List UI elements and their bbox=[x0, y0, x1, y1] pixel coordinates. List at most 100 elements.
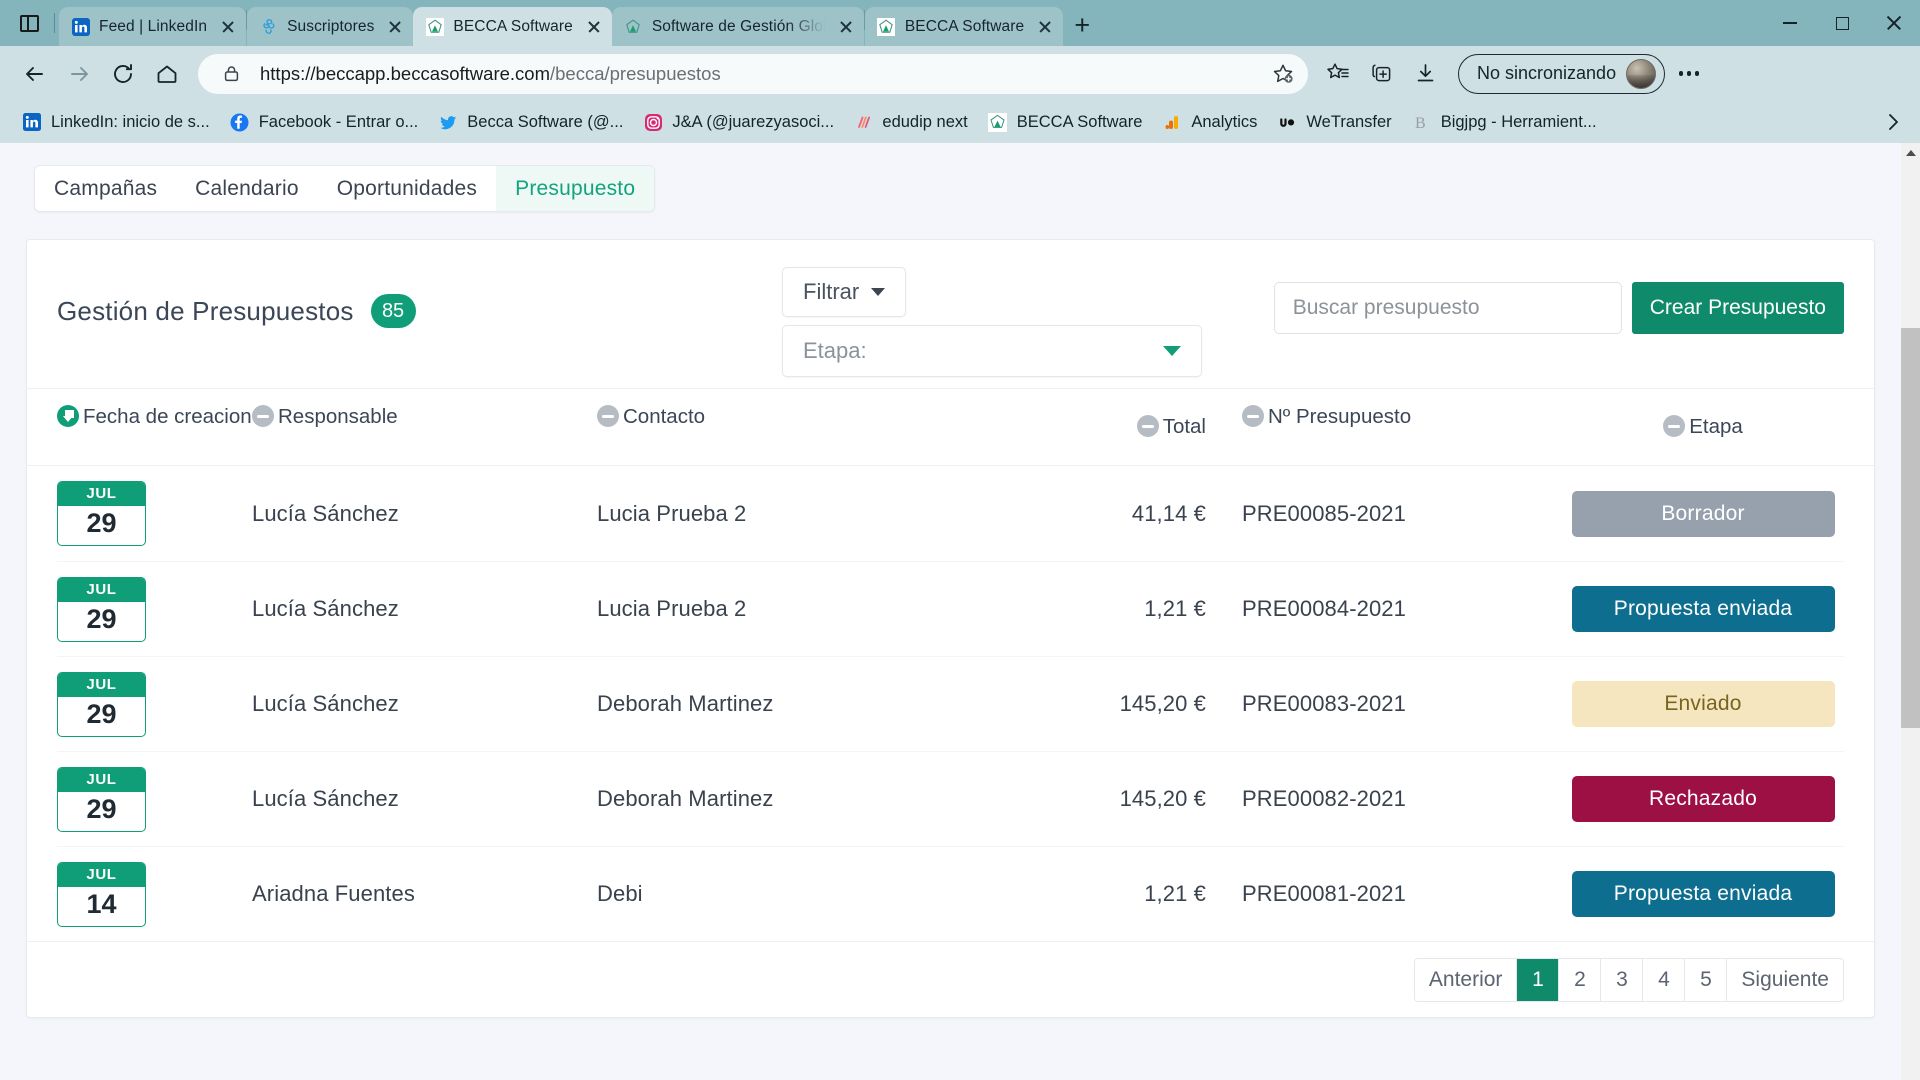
bookmark-wetransfer[interactable]: WeTransfer bbox=[1267, 107, 1401, 137]
cell-etapa: Propuesta enviada bbox=[1562, 586, 1844, 632]
table-row[interactable]: JUL 14 Ariadna Fuentes Debi 1,21 € PRE00… bbox=[57, 846, 1844, 941]
nav-tab-calendario[interactable]: Calendario bbox=[176, 166, 318, 211]
avatar bbox=[1626, 58, 1657, 89]
tab-close-button[interactable] bbox=[216, 15, 240, 39]
bookmark-bigjpg[interactable]: B Bigjpg - Herramient... bbox=[1402, 107, 1607, 137]
browser-tab-1[interactable]: Suscriptores bbox=[247, 7, 414, 46]
window-controls bbox=[1764, 0, 1920, 46]
cell-contacto: Debi bbox=[597, 881, 643, 906]
column-label: Etapa bbox=[1689, 415, 1743, 438]
bookmark-label: LinkedIn: inicio de s... bbox=[51, 112, 210, 131]
column-header-numero[interactable]: Nº Presupuesto bbox=[1242, 389, 1562, 465]
bookmark-label: WeTransfer bbox=[1306, 112, 1392, 131]
browser-tab-3[interactable]: Software de Gestión Glob bbox=[611, 7, 864, 46]
create-budget-button[interactable]: Crear Presupuesto bbox=[1631, 282, 1844, 334]
collections-icon bbox=[1371, 64, 1390, 82]
pagination-page-4[interactable]: 4 bbox=[1643, 958, 1686, 1001]
reload-button[interactable] bbox=[102, 53, 144, 95]
table-row[interactable]: JUL 29 Lucía Sánchez Lucia Prueba 2 41,1… bbox=[57, 466, 1844, 561]
date-month: JUL bbox=[58, 577, 145, 602]
bookmark-linkedin[interactable]: LinkedIn: inicio de s... bbox=[12, 107, 220, 137]
date-day: 29 bbox=[86, 793, 117, 824]
pagination-page-5[interactable]: 5 bbox=[1685, 958, 1728, 1001]
tab-close-button[interactable] bbox=[834, 15, 858, 39]
nav-tab-label: Presupuesto bbox=[515, 176, 636, 200]
pagination-page-3[interactable]: 3 bbox=[1601, 958, 1644, 1001]
cell-numero: PRE00085-2021 bbox=[1242, 500, 1406, 526]
pagination-previous[interactable]: Anterior bbox=[1415, 958, 1518, 1001]
column-header-responsable[interactable]: Responsable bbox=[252, 389, 597, 465]
tab-strip: Feed | LinkedIn Suscriptores BECCA Softw… bbox=[0, 0, 1920, 46]
scrollbar-thumb[interactable] bbox=[1901, 328, 1920, 728]
scroll-up-arrow[interactable] bbox=[1901, 143, 1920, 162]
presupuestos-card: Gestión de Presupuestos 85 Filtrar Etapa… bbox=[26, 239, 1875, 1018]
minimize-button[interactable] bbox=[1764, 0, 1816, 46]
sort-none-icon bbox=[252, 405, 274, 427]
becca-favicon bbox=[877, 17, 896, 36]
add-favorite-star-icon[interactable] bbox=[1266, 57, 1300, 91]
back-button[interactable] bbox=[14, 53, 56, 95]
column-header-total[interactable]: Total bbox=[1047, 389, 1242, 465]
pagination-page-1[interactable]: 1 bbox=[1517, 958, 1560, 1001]
new-tab-button[interactable] bbox=[1063, 6, 1101, 44]
nav-tab-presupuesto[interactable]: Presupuesto bbox=[496, 166, 655, 211]
page-title-group: Gestión de Presupuestos 85 bbox=[57, 270, 416, 328]
browser-tab-2[interactable]: BECCA Software bbox=[413, 7, 612, 46]
bookmark-label: Facebook - Entrar o... bbox=[258, 112, 419, 131]
bookmarks-overflow-button[interactable] bbox=[1876, 105, 1910, 139]
bookmark-twitter[interactable]: Becca Software (@... bbox=[428, 107, 633, 137]
tab-search-icon bbox=[19, 14, 39, 32]
column-header-fecha[interactable]: Fecha de creacion bbox=[57, 389, 252, 465]
column-header-etapa[interactable]: Etapa bbox=[1562, 389, 1844, 465]
tab-close-button[interactable] bbox=[582, 15, 606, 39]
pagination-page-2[interactable]: 2 bbox=[1559, 958, 1602, 1001]
status-badge[interactable]: Rechazado bbox=[1571, 776, 1835, 822]
table-row[interactable]: JUL 29 Lucía Sánchez Lucia Prueba 2 1,21… bbox=[57, 561, 1844, 656]
date-badge: JUL 29 bbox=[57, 671, 146, 737]
collections-button[interactable] bbox=[1360, 53, 1402, 95]
home-button[interactable] bbox=[146, 53, 188, 95]
column-header-contacto[interactable]: Contacto bbox=[597, 389, 1047, 465]
tab-title: BECCA Software bbox=[904, 17, 1025, 35]
tab-actions-button[interactable] bbox=[6, 0, 52, 46]
browser-tab-4[interactable]: BECCA Software bbox=[864, 7, 1064, 46]
date-month: JUL bbox=[58, 482, 145, 506]
address-bar[interactable]: https://beccapp.beccasoftware.com/becca/… bbox=[198, 53, 1308, 94]
cell-fecha: JUL 14 bbox=[57, 861, 252, 927]
more-options-button[interactable] bbox=[1667, 53, 1711, 95]
tab-close-button[interactable] bbox=[1033, 15, 1057, 39]
search-input[interactable] bbox=[1273, 282, 1622, 334]
favorites-list-button[interactable] bbox=[1316, 53, 1358, 95]
status-badge[interactable]: Propuesta enviada bbox=[1571, 586, 1835, 632]
nav-tab-campanas[interactable]: Campañas bbox=[35, 166, 176, 211]
status-badge[interactable]: Propuesta enviada bbox=[1571, 871, 1835, 917]
nav-tab-label: Campañas bbox=[54, 176, 158, 200]
stage-select[interactable]: Etapa: bbox=[782, 325, 1202, 377]
tab-title: BECCA Software bbox=[453, 17, 573, 35]
record-count-badge: 85 bbox=[370, 294, 416, 328]
bookmark-facebook[interactable]: Facebook - Entrar o... bbox=[220, 107, 429, 137]
bookmark-analytics[interactable]: Analytics bbox=[1152, 107, 1267, 137]
bookmark-instagram[interactable]: J&A (@juarezyasoci... bbox=[633, 107, 843, 137]
forward-button[interactable] bbox=[58, 53, 100, 95]
maximize-button[interactable] bbox=[1816, 0, 1868, 46]
filter-button[interactable]: Filtrar bbox=[782, 267, 907, 317]
tab-close-button[interactable] bbox=[383, 15, 407, 39]
status-badge[interactable]: Enviado bbox=[1571, 681, 1835, 727]
table-row[interactable]: JUL 29 Lucía Sánchez Deborah Martinez 14… bbox=[57, 656, 1844, 751]
close-window-button[interactable] bbox=[1868, 0, 1920, 46]
bookmark-edudip[interactable]: edudip next bbox=[843, 107, 977, 137]
page-scrollbar[interactable] bbox=[1901, 143, 1920, 1080]
bookmark-becca[interactable]: BECCA Software bbox=[978, 107, 1153, 137]
table-row[interactable]: JUL 29 Lucía Sánchez Deborah Martinez 14… bbox=[57, 751, 1844, 846]
mailchimp-favicon bbox=[259, 17, 278, 36]
browser-tab-0[interactable]: Feed | LinkedIn bbox=[59, 7, 247, 46]
nav-tab-oportunidades[interactable]: Oportunidades bbox=[318, 166, 496, 211]
status-badge[interactable]: Borrador bbox=[1571, 490, 1835, 537]
sync-status-button[interactable]: No sincronizando bbox=[1458, 53, 1666, 94]
downloads-button[interactable] bbox=[1404, 53, 1446, 95]
pagination-next[interactable]: Siguiente bbox=[1727, 959, 1843, 1001]
sort-none-icon bbox=[597, 405, 619, 427]
dot bbox=[1686, 71, 1692, 76]
table-body: JUL 29 Lucía Sánchez Lucia Prueba 2 41,1… bbox=[27, 466, 1874, 941]
